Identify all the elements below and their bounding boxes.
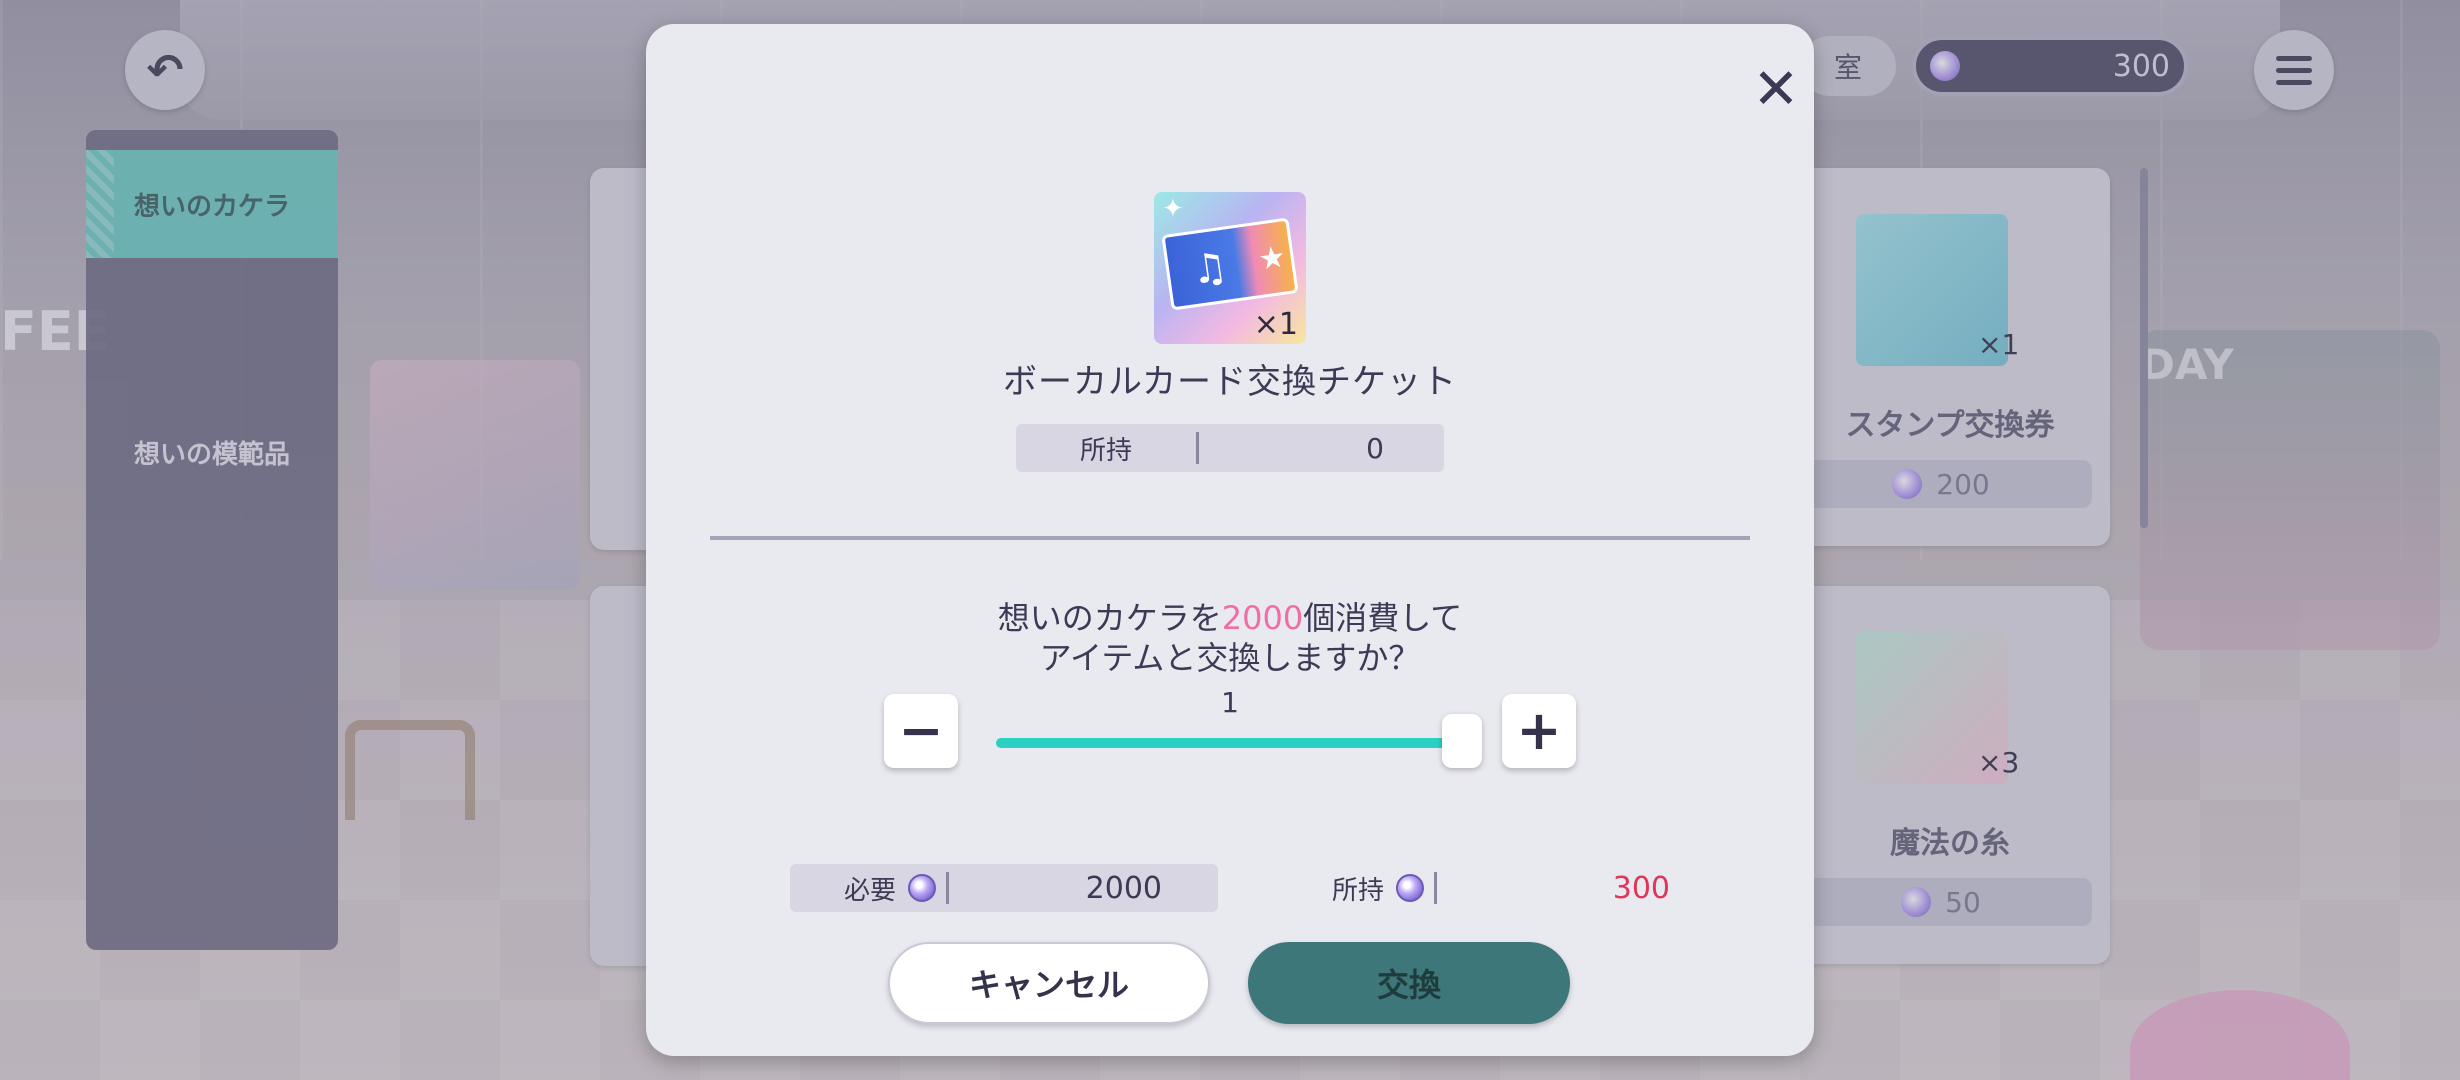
screen: FEE DAY ↶ 室 300 想いのカケラ 想いの模範品 ×1 スタンプ交換券… — [0, 0, 2460, 1080]
item-name: ボーカルカード交換チケット — [1003, 362, 1457, 402]
owned-count: 所持 0 — [1016, 424, 1444, 472]
close-button[interactable]: ✕ — [1748, 62, 1804, 118]
slider-fill — [996, 738, 1462, 748]
divider — [710, 536, 1750, 540]
quantity-value: 1 — [1221, 686, 1239, 719]
owned-value: 0 — [1366, 431, 1384, 465]
item-qty-badge: ×1 — [1253, 307, 1298, 342]
ticket-icon: ♫ ★ — [1161, 217, 1299, 311]
cancel-label: キャンセル — [968, 966, 1129, 1004]
exchange-dialog: ✕ ✦ ✦ ♫ ★ ×1 ボーカルカード交換チケット 所持 0 想いのカケラを2… — [646, 24, 1814, 1056]
increase-button[interactable]: + — [1502, 694, 1576, 768]
minus-icon: − — [898, 699, 944, 762]
confirm-message: 想いのカケラを2000個消費して アイテムと交換しますか？ — [646, 598, 1814, 678]
plus-icon: + — [1516, 699, 1562, 762]
have-label: 所持 — [1331, 875, 1384, 906]
confirm-line-1: 想いのカケラを2000個消費して — [646, 598, 1814, 638]
music-note-icon: ♫ — [1188, 243, 1231, 295]
sparkle-icon: ✦ — [1162, 194, 1184, 224]
close-icon: ✕ — [1752, 57, 1800, 122]
owned-currency: 所持 300 — [1278, 864, 1718, 912]
have-value: 300 — [1612, 870, 1670, 906]
kakera-gem-icon — [908, 874, 936, 902]
confirm-suffix: 個消費して — [1303, 599, 1463, 637]
quantity-slider[interactable] — [996, 714, 1482, 768]
star-icon: ★ — [1256, 239, 1288, 278]
confirm-prefix: 想いのカケラを — [997, 599, 1222, 637]
exchange-label: 交換 — [1376, 966, 1441, 1004]
item-thumbnail: ✦ ✦ ♫ ★ ×1 — [1154, 192, 1306, 344]
decrease-button[interactable]: − — [884, 694, 958, 768]
slider-handle[interactable] — [1442, 714, 1482, 768]
owned-label: 所持 — [1079, 435, 1132, 466]
kakera-gem-icon — [1396, 874, 1424, 902]
required-cost: 必要 2000 — [790, 864, 1218, 912]
exchange-button[interactable]: 交換 — [1248, 942, 1570, 1024]
required-value: 2000 — [1085, 870, 1162, 906]
confirm-amount: 2000 — [1221, 599, 1304, 637]
cancel-button[interactable]: キャンセル — [888, 942, 1210, 1024]
required-label: 必要 — [843, 875, 896, 906]
confirm-line-2: アイテムと交換しますか？ — [1039, 639, 1421, 677]
